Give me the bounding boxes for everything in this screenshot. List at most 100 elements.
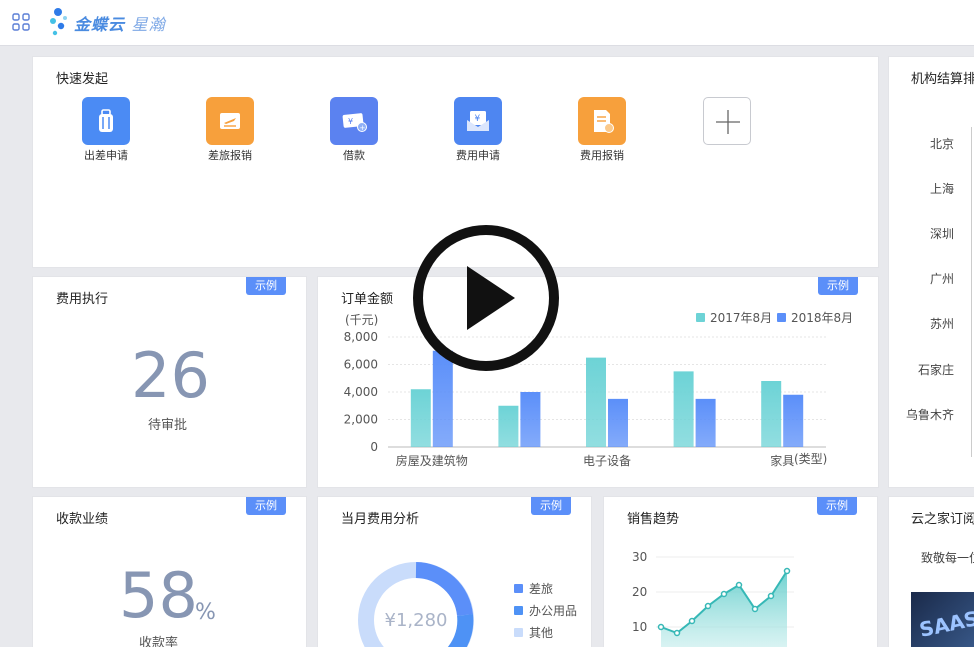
y-tick-label: 6,000: [344, 358, 378, 372]
city-label: 深圳: [929, 227, 954, 241]
bar[interactable]: [520, 392, 541, 447]
sample-badge: 示例: [246, 497, 286, 515]
expense-execution-card: 费用执行 示例 26 待审批: [33, 277, 306, 487]
yen-envelope-icon: ¥: [454, 97, 502, 145]
percent-sign: %: [195, 600, 216, 625]
sales-area: [661, 571, 787, 647]
plane-ticket-icon: [206, 97, 254, 145]
quick-action-trip-request[interactable]: 出差申请: [66, 97, 146, 163]
pending-approval-count[interactable]: 26: [131, 339, 210, 412]
legend-label: 差旅: [529, 582, 553, 596]
data-point: [688, 617, 696, 625]
collection-performance-card: 收款业绩 示例 58 % 收款率: [33, 497, 306, 647]
city-label: 北京: [929, 137, 954, 151]
logo-dots-icon: [50, 8, 67, 36]
top-bar: 金蝶云 星瀚: [0, 0, 974, 46]
app-grid-icon[interactable]: [12, 13, 30, 31]
add-quick-action-button[interactable]: [703, 97, 751, 145]
x-tick-label: 房屋及建筑物: [396, 453, 468, 468]
quick-action-label: 出差申请: [84, 149, 128, 162]
sample-badge: 示例: [246, 277, 286, 295]
article-thumbnail[interactable]: SAAS: [911, 592, 974, 647]
quick-action-label: 费用报销: [580, 149, 624, 162]
legend-swatch: [514, 584, 523, 593]
bar[interactable]: [695, 398, 716, 447]
legend-swatch: [777, 313, 786, 322]
city-label: 广州: [929, 272, 954, 286]
yen-bill-icon: ¥ +: [330, 97, 378, 145]
monthly-expense-card: 当月费用分析 示例 ¥1,280 差旅 办公用品 其他: [318, 497, 591, 647]
bar[interactable]: [783, 394, 804, 447]
data-point: [783, 567, 791, 575]
sales-trend-area-chart: 30 20 10: [632, 550, 794, 647]
city-label: 石家庄: [917, 363, 954, 377]
data-point: [704, 602, 712, 610]
svg-text:+: +: [360, 124, 366, 132]
y-tick-label: 4,000: [344, 385, 378, 399]
legend-label: 2018年8月: [791, 311, 853, 325]
sales-trend-card: 销售趋势 示例 30 20 10: [604, 497, 877, 647]
city-label: 乌鲁木齐: [905, 408, 954, 422]
y-tick-label: 8,000: [344, 330, 378, 344]
cloud-home-card: 云之家订阅 致敬每一位 SAAS: [889, 497, 974, 647]
order-amount-card: 订单金额 示例 (千元) 8,000 6,000 4,000 2,000 0 房屋及建筑物…: [318, 277, 878, 487]
legend-swatch: [514, 628, 523, 637]
quick-action-label: 差旅报销: [208, 149, 252, 162]
receipt-icon: [578, 97, 626, 145]
data-point: [735, 581, 743, 589]
pending-approval-caption: 待审批: [148, 418, 188, 433]
x-tick-label: 家具: [770, 453, 794, 468]
play-video-icon[interactable]: [412, 224, 560, 372]
quick-action-label: 费用申请: [456, 149, 500, 162]
bar[interactable]: [586, 357, 606, 447]
data-point: [751, 605, 759, 613]
x-axis-unit: (类型): [794, 452, 827, 466]
bar[interactable]: [608, 398, 628, 447]
y-tick-label: 20: [632, 585, 647, 599]
city-label: 上海: [929, 182, 954, 196]
city-label: 苏州: [929, 317, 954, 331]
logo-text: 金蝶云 星瀚: [74, 15, 166, 34]
quick-action-travel-reimburse[interactable]: 差旅报销: [190, 97, 270, 163]
data-point: [673, 629, 681, 637]
collection-rate-caption: 收款率: [139, 636, 179, 647]
y-tick-label: 30: [632, 550, 647, 564]
y-tick-label: 2,000: [344, 413, 378, 427]
bar[interactable]: [673, 371, 694, 447]
quick-action-label: 借款: [343, 149, 365, 162]
bar[interactable]: [761, 381, 782, 447]
bar[interactable]: [498, 405, 519, 447]
x-tick-label: 电子设备: [583, 454, 631, 468]
donut-segment-travel: [415, 562, 473, 617]
svg-text:¥: ¥: [348, 117, 353, 126]
y-tick-label: 0: [370, 440, 378, 454]
legend-swatch: [696, 313, 705, 322]
legend-label: 2017年8月: [710, 311, 772, 325]
legend-swatch: [514, 606, 523, 615]
quick-action-expense-request[interactable]: ¥ 费用申请: [438, 97, 518, 163]
quick-actions-title: 快速发起: [56, 72, 109, 87]
quick-action-loan[interactable]: ¥ + 借款: [314, 97, 394, 163]
data-point: [767, 592, 775, 600]
thumbnail-art: SAAS: [917, 606, 974, 642]
collection-title: 收款业绩: [56, 512, 109, 527]
expense-donut-chart: ¥1,280 差旅 办公用品 其他: [358, 562, 577, 647]
expense-execution-title: 费用执行: [56, 292, 109, 307]
luggage-icon: [82, 97, 130, 145]
collection-rate-value[interactable]: 58: [119, 559, 198, 632]
axis-line: [971, 127, 972, 457]
order-amount-bar-chart: (千元) 8,000 6,000 4,000 2,000 0 房屋及建筑物 电子设备 家具 2…: [344, 311, 854, 468]
y-axis-unit: (千元): [345, 313, 378, 327]
cloud-home-subtitle: 致敬每一位: [921, 551, 974, 565]
cloud-home-title: 云之家订阅: [911, 512, 974, 527]
data-point: [720, 590, 728, 598]
bar[interactable]: [410, 389, 431, 447]
data-point: [657, 623, 665, 631]
legend-label: 其他: [529, 626, 553, 640]
settlement-ranking-card: 机构结算排 北京 上海 深圳 广州 苏州 石家庄 乌鲁木齐: [889, 57, 974, 487]
plus-icon: [716, 110, 740, 134]
quick-action-expense-reimburse[interactable]: 费用报销: [562, 97, 642, 163]
y-tick-label: 10: [632, 620, 647, 634]
svg-text:¥: ¥: [475, 114, 481, 124]
app-logo[interactable]: 金蝶云 星瀚: [48, 6, 166, 40]
